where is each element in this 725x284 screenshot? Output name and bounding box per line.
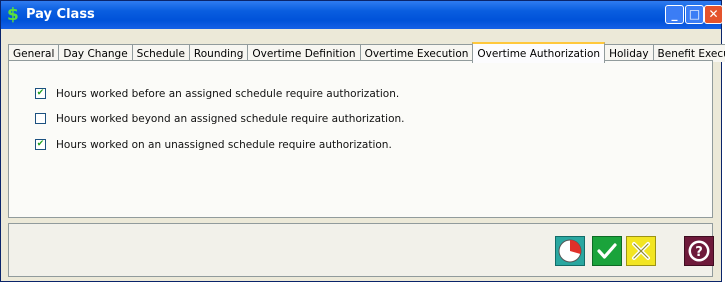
clock-icon bbox=[555, 236, 585, 266]
minimize-button[interactable]: _ bbox=[665, 5, 684, 24]
button-bar: ? bbox=[8, 223, 714, 277]
checkbox-beyond-schedule[interactable] bbox=[35, 112, 46, 124]
tab-overtime-authorization[interactable]: Overtime Authorization bbox=[472, 42, 606, 63]
overtime-authorization-panel: ✔ Hours worked before an assigned schedul… bbox=[8, 60, 713, 218]
x-icon bbox=[626, 236, 656, 266]
option-label: Hours worked beyond an assigned schedule… bbox=[56, 113, 405, 125]
option-beyond-schedule[interactable]: Hours worked beyond an assigned schedule… bbox=[35, 112, 405, 126]
window-title: Pay Class bbox=[26, 7, 95, 22]
option-before-schedule[interactable]: ✔ Hours worked before an assigned schedul… bbox=[35, 87, 399, 101]
option-label: Hours worked on an unassigned schedule r… bbox=[56, 139, 392, 151]
maximize-button[interactable]: □ bbox=[685, 5, 704, 24]
option-unassigned-schedule[interactable]: ✔ Hours worked on an unassigned schedule … bbox=[35, 138, 392, 152]
help-button[interactable]: ? bbox=[684, 236, 714, 266]
title-bar[interactable]: $ Pay Class _ □ ✕ bbox=[1, 1, 723, 29]
tab-strip: General Day Change Schedule Rounding Overtim… bbox=[8, 41, 725, 63]
dollar-icon: $ bbox=[7, 5, 19, 25]
option-label: Hours worked before an assigned schedule… bbox=[56, 88, 400, 100]
checkbox-before-schedule[interactable]: ✔ bbox=[35, 87, 46, 99]
pay-class-window: $ Pay Class _ □ ✕ General Day Change Sched… bbox=[0, 0, 725, 282]
close-button[interactable]: ✕ bbox=[704, 5, 723, 24]
question-icon: ? bbox=[684, 236, 714, 266]
ok-button[interactable] bbox=[592, 236, 622, 266]
history-button[interactable] bbox=[555, 236, 585, 266]
svg-text:?: ? bbox=[695, 245, 703, 260]
checkmark-icon bbox=[592, 236, 622, 266]
checkbox-unassigned-schedule[interactable]: ✔ bbox=[35, 138, 46, 150]
cancel-button[interactable] bbox=[626, 236, 656, 266]
